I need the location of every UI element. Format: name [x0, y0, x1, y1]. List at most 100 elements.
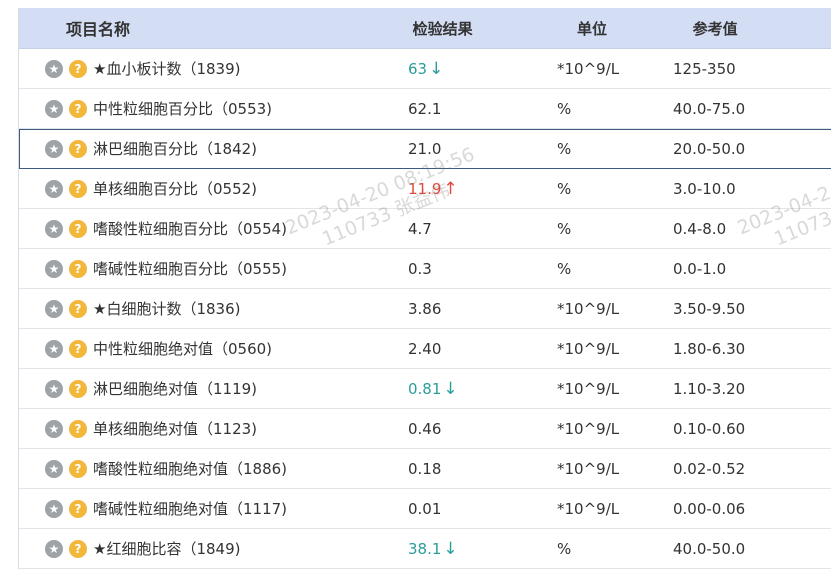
item-name: 淋巴细胞绝对值（1119) — [93, 380, 258, 398]
star-icon[interactable]: ★ — [45, 339, 63, 358]
reference-cell: 20.0-50.0 — [673, 139, 746, 158]
result-cell: 0.3 — [389, 260, 555, 278]
header-item-name[interactable]: 项目名称 — [19, 16, 388, 40]
item-name-cell: ★? 嗜碱性粒细胞百分比（0555) — [19, 258, 389, 279]
unit-cell: % — [557, 99, 572, 118]
star-icon[interactable]: ★ — [45, 299, 63, 318]
question-icon[interactable]: ? — [69, 219, 87, 238]
item-name: ★血小板计数（1839) — [93, 60, 241, 78]
header-unit[interactable]: 单位 — [553, 18, 669, 39]
question-icon[interactable]: ? — [69, 179, 87, 198]
arrow-up-icon: ↑ — [443, 178, 458, 199]
reference-cell: 0.02-0.52 — [673, 459, 746, 478]
item-name: 嗜酸性粒细胞百分比（0554) — [93, 220, 288, 238]
star-icon[interactable]: ★ — [45, 459, 63, 478]
unit-cell: % — [557, 259, 572, 278]
reference-cell: 125-350 — [673, 59, 736, 78]
result-value: 0.81 — [408, 379, 442, 398]
result-cell: 11.9 ↑ — [389, 179, 555, 199]
table-row[interactable]: ★? 单核细胞绝对值（1123) 0.46 *10^9/L 0.10-0.60 — [19, 409, 831, 449]
reference-cell: 0.0-1.0 — [673, 259, 727, 278]
unit-cell: *10^9/L — [557, 419, 620, 438]
arrow-down-icon: ↓ — [443, 538, 458, 559]
question-icon[interactable]: ? — [69, 499, 87, 518]
result-value: 4.7 — [408, 219, 432, 238]
item-name: 中性粒细胞绝对值（0560) — [93, 340, 273, 358]
reference-cell: 0.00-0.06 — [673, 499, 746, 518]
star-icon[interactable]: ★ — [45, 139, 63, 158]
result-cell: 63 ↓ — [389, 59, 555, 79]
star-icon[interactable]: ★ — [45, 499, 63, 518]
result-value: 2.40 — [408, 339, 442, 358]
unit-cell: % — [557, 539, 572, 558]
question-icon[interactable]: ? — [69, 259, 87, 278]
star-icon[interactable]: ★ — [45, 379, 63, 398]
table-body: ★? ★血小板计数（1839) 63 ↓ *10^9/L 125-350 ★? 中性粒细胞百分… — [19, 49, 831, 569]
question-icon[interactable]: ? — [69, 59, 87, 78]
star-icon[interactable]: ★ — [45, 59, 63, 78]
question-icon[interactable]: ? — [69, 419, 87, 438]
table-row[interactable]: ★? 单核细胞百分比（0552) 11.9 ↑% 3.0-10.0 — [19, 169, 831, 209]
star-icon[interactable]: ★ — [45, 539, 63, 558]
result-cell: 0.81 ↓ — [389, 379, 555, 399]
item-name-cell: ★? 中性粒细胞绝对值（0560) — [19, 338, 389, 359]
unit-cell: *10^9/L — [557, 299, 620, 318]
item-name: ★白细胞计数（1836) — [93, 300, 241, 318]
question-icon[interactable]: ? — [69, 99, 87, 118]
table-row[interactable]: ★? 中性粒细胞百分比（0553) 62.1% 40.0-75.0 — [19, 89, 831, 129]
result-value: 21.0 — [408, 139, 442, 158]
item-name-cell: ★? 嗜碱性粒细胞绝对值（1117) — [19, 498, 389, 519]
header-reference[interactable]: 参考值 — [669, 18, 831, 39]
item-name-cell: ★? 单核细胞绝对值（1123) — [19, 418, 389, 439]
result-value: 0.3 — [408, 259, 432, 278]
table-row[interactable]: ★? 嗜碱性粒细胞百分比（0555) 0.3% 0.0-1.0 — [19, 249, 831, 289]
header-result[interactable]: 检验结果 — [388, 18, 553, 39]
table-row[interactable]: ★? ★红细胞比容（1849) 38.1 ↓% 40.0-50.0 — [19, 529, 831, 569]
item-name: 单核细胞绝对值（1123) — [93, 420, 258, 438]
item-name: 中性粒细胞百分比（0553) — [93, 100, 273, 118]
question-icon[interactable]: ? — [69, 139, 87, 158]
result-cell: 4.7 — [389, 220, 555, 238]
item-name-cell: ★? 单核细胞百分比（0552) — [19, 178, 389, 199]
star-icon[interactable]: ★ — [45, 179, 63, 198]
unit-cell: *10^9/L — [557, 59, 620, 78]
reference-cell: 0.10-0.60 — [673, 419, 746, 438]
table-row[interactable]: ★? 嗜酸性粒细胞百分比（0554) 4.7% 0.4-8.0 — [19, 209, 831, 249]
question-icon[interactable]: ? — [69, 539, 87, 558]
result-cell: 0.01 — [389, 500, 555, 518]
star-icon[interactable]: ★ — [45, 219, 63, 238]
table-row[interactable]: ★? ★白细胞计数（1836) 3.86 *10^9/L 3.50-9.50 — [19, 289, 831, 329]
star-icon[interactable]: ★ — [45, 99, 63, 118]
item-name-cell: ★? ★红细胞比容（1849) — [19, 538, 389, 559]
question-icon[interactable]: ? — [69, 299, 87, 318]
table-row[interactable]: ★? ★血小板计数（1839) 63 ↓ *10^9/L 125-350 — [19, 49, 831, 89]
star-icon[interactable]: ★ — [45, 259, 63, 278]
table-row[interactable]: ★? 嗜碱性粒细胞绝对值（1117) 0.01 *10^9/L 0.00-0.06 — [19, 489, 831, 529]
result-cell: 0.46 — [389, 420, 555, 438]
item-name-cell: ★? 嗜酸性粒细胞绝对值（1886) — [19, 458, 389, 479]
unit-cell: % — [557, 139, 572, 158]
table-row[interactable]: ★? 淋巴细胞绝对值（1119) 0.81 ↓ *10^9/L 1.10-3.20 — [19, 369, 831, 409]
table-row[interactable]: ★? 嗜酸性粒细胞绝对值（1886) 0.18 *10^9/L 0.02-0.52 — [19, 449, 831, 489]
reference-cell: 0.4-8.0 — [673, 219, 727, 238]
table-header: 项目名称 检验结果 单位 参考值 — [19, 8, 831, 49]
question-icon[interactable]: ? — [69, 339, 87, 358]
star-icon[interactable]: ★ — [45, 419, 63, 438]
result-value: 0.18 — [408, 459, 442, 478]
item-name: ★红细胞比容（1849) — [93, 540, 241, 558]
table-row[interactable]: ★? 淋巴细胞百分比（1842) 21.0% 20.0-50.0 — [19, 129, 831, 169]
item-name-cell: ★? 嗜酸性粒细胞百分比（0554) — [19, 218, 389, 239]
result-cell: 21.0 — [389, 140, 555, 158]
unit-cell: *10^9/L — [557, 499, 620, 518]
reference-cell: 1.10-3.20 — [673, 379, 746, 398]
reference-cell: 40.0-75.0 — [673, 99, 746, 118]
item-name-cell: ★? 淋巴细胞百分比（1842) — [19, 138, 389, 159]
question-icon[interactable]: ? — [69, 459, 87, 478]
result-cell: 3.86 — [389, 300, 555, 318]
question-icon[interactable]: ? — [69, 379, 87, 398]
table-row[interactable]: ★? 中性粒细胞绝对值（0560) 2.40 *10^9/L 1.80-6.30 — [19, 329, 831, 369]
item-name: 淋巴细胞百分比（1842) — [93, 140, 258, 158]
result-value: 3.86 — [408, 299, 442, 318]
result-value: 63 — [408, 59, 428, 78]
arrow-down-icon: ↓ — [429, 58, 444, 79]
